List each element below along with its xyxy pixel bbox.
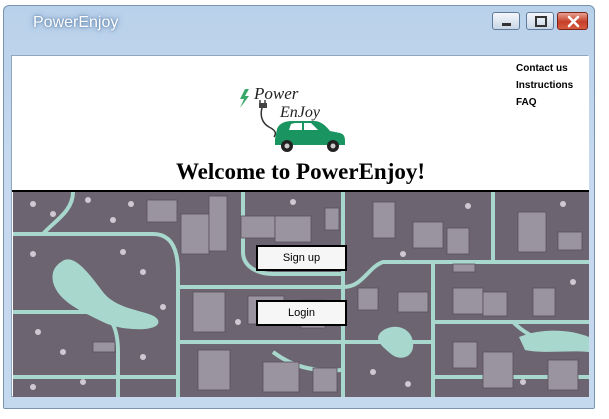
maximize-icon (535, 16, 547, 27)
sign-up-button[interactable]: Sign up (256, 245, 347, 271)
contact-us-link[interactable]: Contact us (516, 63, 573, 74)
instructions-link[interactable]: Instructions (516, 80, 573, 91)
powerenjoy-logo: Power EnJoy (240, 84, 345, 152)
logo-text-enjoy: EnJoy (279, 104, 321, 121)
login-button[interactable]: Login (256, 300, 347, 326)
close-button[interactable] (557, 12, 588, 30)
welcome-heading: Welcome to PowerEnjoy! (175, 159, 426, 184)
window-title: PowerEnjoy (33, 14, 119, 31)
faq-link[interactable]: FAQ (516, 97, 573, 108)
maximize-button[interactable] (526, 12, 554, 30)
header: Contact us Instructions FAQ Power EnJoy … (12, 56, 589, 190)
close-icon (567, 15, 580, 28)
app-content: Contact us Instructions FAQ Power EnJoy … (11, 55, 589, 397)
city-map-background (13, 192, 589, 397)
minimize-icon (502, 23, 511, 26)
city-illustration (13, 192, 589, 397)
minimize-button[interactable] (492, 12, 520, 30)
lightning-icon (240, 89, 249, 108)
top-nav: Contact us Instructions FAQ (516, 63, 573, 114)
